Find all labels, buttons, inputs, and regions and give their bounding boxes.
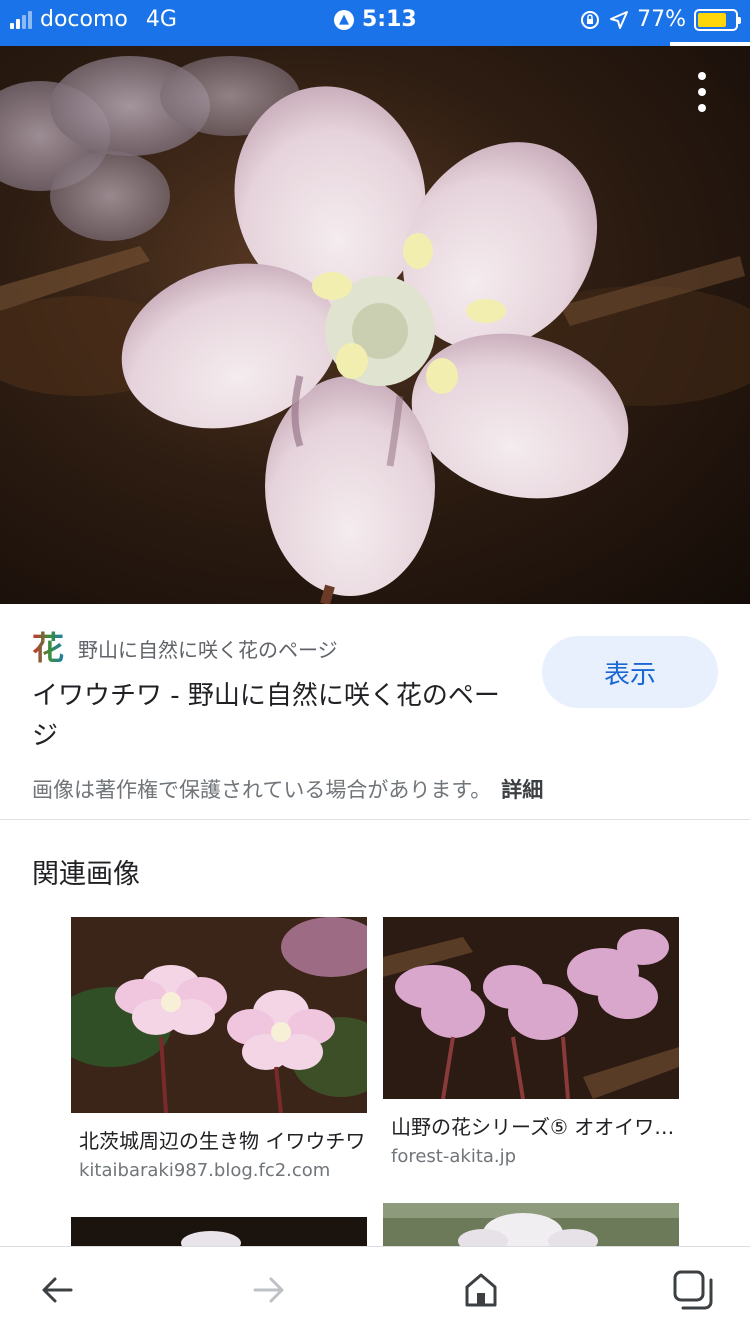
navigation-icon: ▲ [334, 9, 354, 30]
tabs-button[interactable] [668, 1265, 718, 1315]
status-bar: docomo 4G ▲ 5:13 77% [0, 0, 750, 42]
related-image-card[interactable]: 北茨城周辺の生き物 イワウチワ kitaibaraki987.blog.fc2.… [71, 917, 367, 1181]
home-button[interactable] [456, 1265, 506, 1315]
related-image-thumbnail[interactable] [71, 1217, 367, 1246]
related-image-site: kitaibaraki987.blog.fc2.com [79, 1160, 331, 1181]
arrow-left-icon [42, 1277, 73, 1303]
related-image-title: 北茨城周辺の生き物 イワウチワ [79, 1129, 366, 1153]
battery-percent: 77% [637, 7, 686, 32]
source-site-row[interactable]: 花 野山に自然に咲く花のページ [32, 630, 338, 666]
status-left: docomo 4G [10, 7, 177, 32]
signal-icon [10, 10, 32, 29]
more-options-button[interactable] [690, 72, 714, 112]
clock: 5:13 [362, 7, 417, 32]
location-arrow-icon [610, 10, 629, 29]
related-image-thumbnail[interactable] [71, 917, 367, 1113]
network-label: 4G [145, 7, 177, 32]
related-image-card[interactable] [383, 1203, 679, 1246]
more-vert-icon [698, 72, 706, 80]
related-image-card[interactable] [71, 1217, 367, 1246]
home-icon [465, 1273, 497, 1307]
main-image[interactable] [0, 46, 750, 604]
related-image-card[interactable]: 山野の花シリーズ⑤ オオイワウチワ forest-akita.jp [383, 917, 679, 1167]
related-image-thumbnail[interactable] [383, 917, 679, 1099]
visit-button[interactable]: 表示 [542, 636, 718, 708]
flower-photo [0, 56, 750, 604]
tabs-icon [673, 1270, 713, 1310]
source-site-name: 野山に自然に咲く花のページ [78, 637, 338, 662]
status-center: ▲ 5:13 [334, 7, 417, 32]
back-button[interactable] [32, 1265, 82, 1315]
copyright-text: 画像は著作権で保護されている場合があります。 [32, 778, 492, 802]
rotation-lock-icon [581, 10, 600, 29]
status-right: 77% [579, 7, 741, 32]
source-page-title[interactable]: イワウチワ - 野山に自然に咲く花のページ [32, 676, 522, 756]
battery-icon [694, 8, 741, 31]
image-source-panel: 花 野山に自然に咲く花のページ イワウチワ - 野山に自然に咲く花のページ 表示… [0, 604, 750, 820]
details-link[interactable]: 詳細 [501, 778, 543, 802]
related-images-heading: 関連画像 [32, 859, 140, 890]
carrier-label: docomo [40, 7, 128, 32]
related-image-title: 山野の花シリーズ⑤ オオイワウチワ [391, 1115, 679, 1139]
related-image-site: forest-akita.jp [391, 1146, 517, 1167]
forward-button[interactable] [244, 1265, 294, 1315]
bottom-toolbar [0, 1246, 750, 1334]
copyright-notice: 画像は著作権で保護されている場合があります。 詳細 [32, 774, 543, 804]
site-favicon: 花 [32, 630, 68, 666]
arrow-right-icon [253, 1277, 284, 1303]
related-image-thumbnail[interactable] [383, 1203, 679, 1246]
